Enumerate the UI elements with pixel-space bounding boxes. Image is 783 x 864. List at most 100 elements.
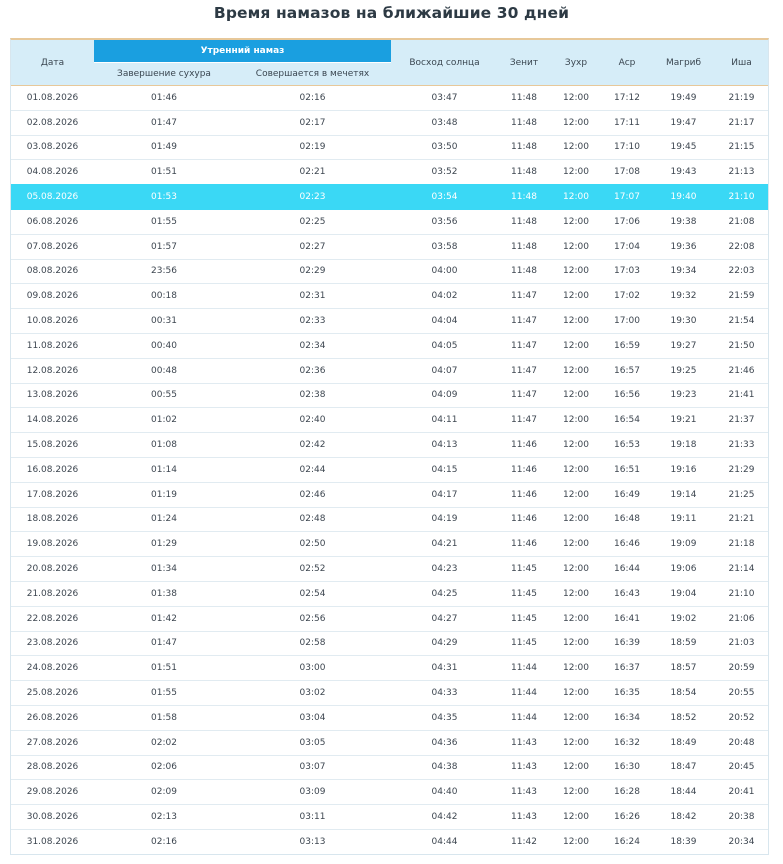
cell-asr: 16:59 — [602, 332, 652, 359]
cell-zenith: 11:45 — [498, 580, 550, 607]
table-row: 04.08.2026 01:51 02:21 03:52 11:48 12:00 17:08… — [11, 159, 768, 185]
cell-maghrib: 19:47 — [652, 109, 715, 136]
cell-suhur-end: 02:16 — [94, 828, 234, 854]
cell-zenith: 11:48 — [498, 208, 550, 235]
cell-asr: 17:06 — [602, 208, 652, 235]
cell-sunrise: 03:48 — [391, 109, 498, 136]
cell-sunrise: 04:35 — [391, 704, 498, 731]
cell-zenith: 11:47 — [498, 332, 550, 359]
cell-date: 22.08.2026 — [11, 605, 94, 632]
cell-dhuhr: 12:00 — [550, 655, 602, 681]
cell-zenith: 11:48 — [498, 159, 550, 185]
cell-suhur-end: 01:47 — [94, 109, 234, 136]
table-row: 20.08.2026 01:34 02:52 04:23 11:45 12:00 16:44… — [11, 556, 768, 582]
cell-isha: 21:08 — [715, 208, 768, 235]
cell-isha: 20:52 — [715, 704, 768, 731]
table-row: 22.08.2026 01:42 02:56 04:27 11:45 12:00 16:41… — [11, 605, 768, 632]
cell-date: 18.08.2026 — [11, 506, 94, 532]
table-row: 18.08.2026 01:24 02:48 04:19 11:46 12:00 16:48… — [11, 506, 768, 532]
cell-maghrib: 18:49 — [652, 729, 715, 756]
cell-asr: 17:03 — [602, 258, 652, 284]
cell-maghrib: 19:02 — [652, 605, 715, 632]
table-row: 28.08.2026 02:06 03:07 04:38 11:43 12:00 16:30… — [11, 754, 768, 780]
cell-zenith: 11:46 — [498, 531, 550, 557]
cell-isha: 21:50 — [715, 332, 768, 359]
cell-mosque-time: 03:04 — [234, 704, 391, 731]
cell-maghrib: 19:09 — [652, 531, 715, 557]
cell-mosque-time: 02:38 — [234, 382, 391, 408]
cell-maghrib: 19:25 — [652, 357, 715, 384]
cell-dhuhr: 12:00 — [550, 531, 602, 557]
cell-sunrise: 03:52 — [391, 159, 498, 185]
cell-isha: 22:08 — [715, 233, 768, 260]
table-body: 01.08.2026 01:46 02:16 03:47 11:48 12:00 17:12… — [11, 85, 768, 854]
cell-mosque-time: 02:16 — [234, 85, 391, 111]
cell-date: 12.08.2026 — [11, 357, 94, 384]
cell-date: 15.08.2026 — [11, 432, 94, 458]
cell-date: 27.08.2026 — [11, 729, 94, 756]
cell-sunrise: 04:04 — [391, 308, 498, 334]
table-row: 21.08.2026 01:38 02:54 04:25 11:45 12:00 16:43… — [11, 580, 768, 607]
cell-maghrib: 19:36 — [652, 233, 715, 260]
cell-dhuhr: 12:00 — [550, 506, 602, 532]
cell-sunrise: 04:27 — [391, 605, 498, 632]
cell-suhur-end: 00:40 — [94, 332, 234, 359]
cell-sunrise: 04:07 — [391, 357, 498, 384]
cell-maghrib: 19:43 — [652, 159, 715, 185]
prayer-times-table-container: Дата Утренний намаз Восход солнца Зенит … — [10, 38, 769, 855]
cell-asr: 16:37 — [602, 655, 652, 681]
cell-asr: 16:44 — [602, 556, 652, 582]
cell-mosque-time: 02:31 — [234, 283, 391, 309]
cell-zenith: 11:48 — [498, 109, 550, 136]
cell-suhur-end: 02:13 — [94, 804, 234, 830]
cell-date: 26.08.2026 — [11, 704, 94, 731]
cell-zenith: 11:48 — [498, 85, 550, 111]
cell-asr: 16:34 — [602, 704, 652, 731]
cell-suhur-end: 01:29 — [94, 531, 234, 557]
cell-date: 31.08.2026 — [11, 828, 94, 854]
cell-dhuhr: 12:00 — [550, 804, 602, 830]
cell-isha: 21:10 — [715, 580, 768, 607]
cell-dhuhr: 12:00 — [550, 779, 602, 805]
cell-isha: 21:46 — [715, 357, 768, 384]
cell-date: 10.08.2026 — [11, 308, 94, 334]
cell-date: 01.08.2026 — [11, 85, 94, 111]
prayer-times-table: Дата Утренний намаз Восход солнца Зенит … — [11, 40, 768, 854]
cell-sunrise: 03:56 — [391, 208, 498, 235]
cell-isha: 21:06 — [715, 605, 768, 632]
cell-dhuhr: 12:00 — [550, 481, 602, 508]
cell-mosque-time: 02:42 — [234, 432, 391, 458]
header-asr: Аср — [602, 40, 652, 86]
cell-isha: 21:15 — [715, 134, 768, 160]
cell-asr: 17:00 — [602, 308, 652, 334]
cell-zenith: 11:48 — [498, 233, 550, 260]
cell-asr: 17:02 — [602, 283, 652, 309]
cell-suhur-end: 02:02 — [94, 729, 234, 756]
cell-zenith: 11:42 — [498, 828, 550, 854]
cell-sunrise: 04:11 — [391, 407, 498, 433]
cell-sunrise: 04:33 — [391, 680, 498, 706]
cell-mosque-time: 02:54 — [234, 580, 391, 607]
cell-zenith: 11:45 — [498, 556, 550, 582]
cell-dhuhr: 12:00 — [550, 630, 602, 656]
cell-maghrib: 19:34 — [652, 258, 715, 284]
table-row: 15.08.2026 01:08 02:42 04:13 11:46 12:00 16:53… — [11, 432, 768, 458]
cell-mosque-time: 02:23 — [234, 184, 391, 210]
cell-mosque-time: 02:40 — [234, 407, 391, 433]
table-row: 12.08.2026 00:48 02:36 04:07 11:47 12:00 16:57… — [11, 357, 768, 384]
cell-asr: 17:10 — [602, 134, 652, 160]
cell-maghrib: 18:47 — [652, 754, 715, 780]
cell-asr: 16:54 — [602, 407, 652, 433]
table-row: 08.08.2026 23:56 02:29 04:00 11:48 12:00 17:03… — [11, 258, 768, 284]
cell-isha: 21:37 — [715, 407, 768, 433]
table-row: 10.08.2026 00:31 02:33 04:04 11:47 12:00 17:00… — [11, 308, 768, 334]
cell-date: 23.08.2026 — [11, 630, 94, 656]
cell-date: 05.08.2026 — [11, 184, 94, 210]
cell-asr: 17:11 — [602, 109, 652, 136]
cell-suhur-end: 01:51 — [94, 655, 234, 681]
header-maghrib: Магриб — [652, 40, 715, 86]
cell-asr: 16:41 — [602, 605, 652, 632]
cell-dhuhr: 12:00 — [550, 233, 602, 260]
cell-maghrib: 18:57 — [652, 655, 715, 681]
cell-dhuhr: 12:00 — [550, 754, 602, 780]
